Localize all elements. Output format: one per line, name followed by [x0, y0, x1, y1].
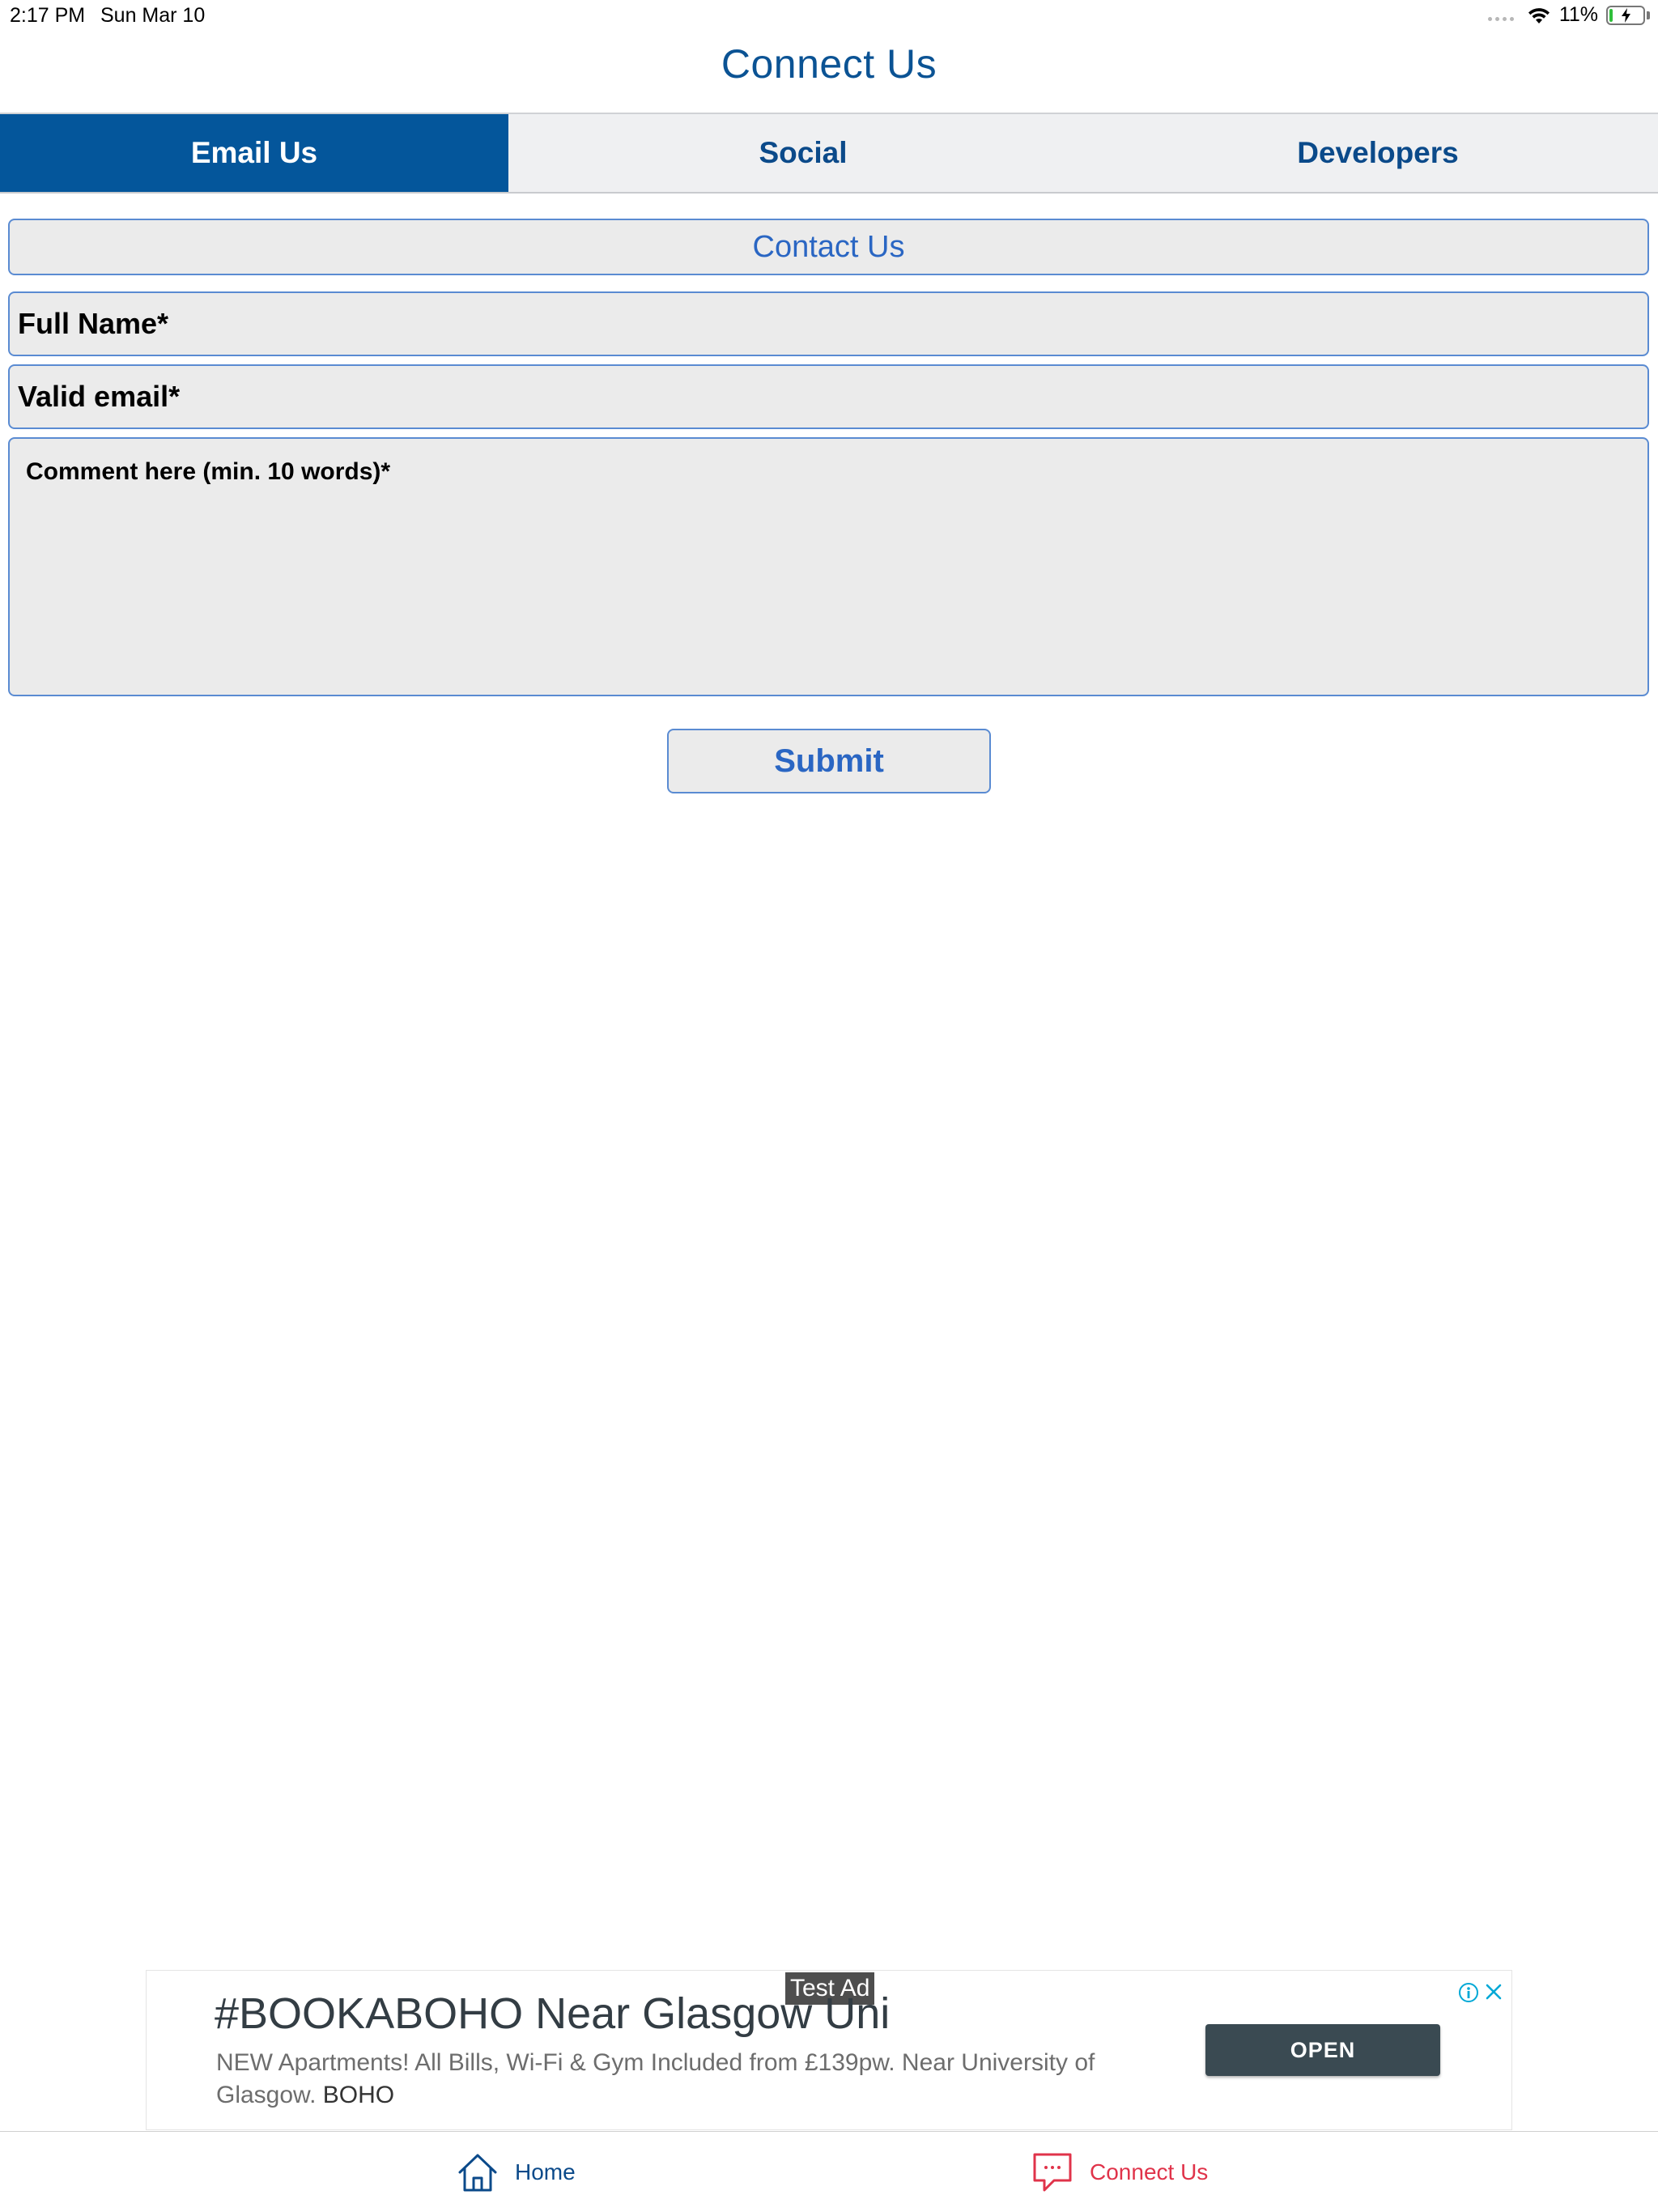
- battery-percentage: 11%: [1558, 3, 1598, 26]
- tab-social[interactable]: Social: [508, 114, 1098, 192]
- cellular-signal-icon: [1487, 17, 1514, 21]
- page-title: Connect Us: [721, 41, 937, 87]
- bottom-tab-bar: Home Connect Us: [0, 2131, 1658, 2212]
- full-name-field-container: [8, 291, 1649, 356]
- status-indicators: 11%: [1487, 3, 1650, 27]
- battery-icon: [1606, 5, 1650, 25]
- ad-open-button[interactable]: OPEN: [1205, 2024, 1440, 2076]
- status-bar: 2:17 PM Sun Mar 10 11%: [0, 0, 1658, 32]
- bottom-tab-home[interactable]: Home: [455, 2150, 576, 2195]
- bottom-tab-home-label: Home: [515, 2159, 576, 2184]
- bottom-tab-connect-us[interactable]: Connect Us: [1030, 2150, 1208, 2195]
- close-icon[interactable]: [1484, 1982, 1503, 2001]
- full-name-input[interactable]: [16, 306, 1641, 342]
- ad-body-text: NEW Apartments! All Bills, Wi-Fi & Gym I…: [216, 2047, 1147, 2112]
- comment-field-container: [8, 437, 1649, 696]
- ad-brand: BOHO: [322, 2082, 395, 2108]
- segmented-tab-bar: Email Us Social Developers: [0, 113, 1658, 194]
- submit-button[interactable]: Submit: [667, 729, 991, 793]
- info-icon[interactable]: [1458, 1982, 1479, 2003]
- ad-headline: #BOOKABOHO Near Glasgow Uni: [215, 1989, 891, 2038]
- ad-banner[interactable]: Test Ad #BOOKABOHO Near Glasgow Uni NEW …: [146, 1970, 1512, 2130]
- contact-us-heading: Contact Us: [8, 219, 1649, 275]
- tab-email-us[interactable]: Email Us: [0, 114, 508, 192]
- bottom-tab-connect-us-label: Connect Us: [1090, 2159, 1209, 2184]
- status-date: Sun Mar 10: [100, 4, 206, 27]
- chat-bubble-icon: [1033, 2153, 1072, 2192]
- wifi-icon: [1528, 7, 1550, 23]
- home-icon: [458, 2154, 497, 2192]
- email-input[interactable]: [16, 379, 1641, 415]
- battery-level: [1609, 8, 1613, 22]
- comment-textarea[interactable]: [24, 457, 1633, 677]
- email-field-container: [8, 364, 1649, 429]
- charging-bolt-icon: [1622, 7, 1630, 23]
- status-time: 2:17 PM: [10, 4, 86, 27]
- tab-developers[interactable]: Developers: [1098, 114, 1658, 192]
